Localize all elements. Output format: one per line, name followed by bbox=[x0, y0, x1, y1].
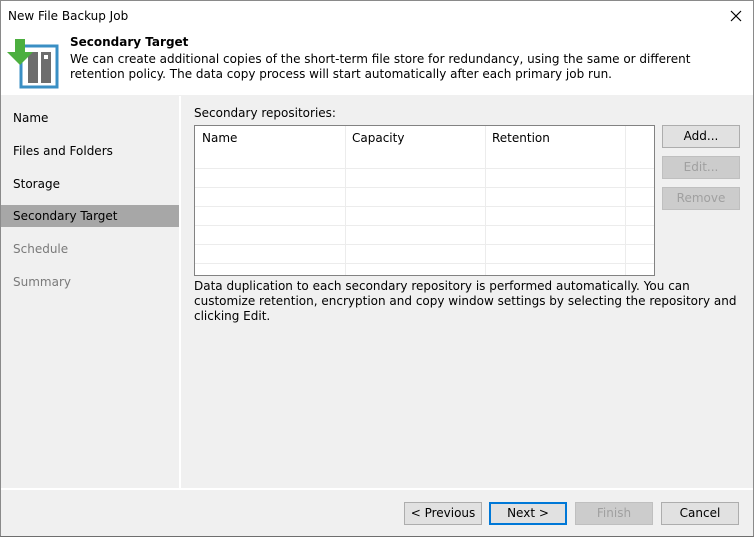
finish-button: Finish bbox=[575, 502, 653, 525]
wizard-footer: < Previous Next > Finish Cancel bbox=[1, 490, 753, 536]
step-schedule: Schedule bbox=[13, 242, 69, 256]
previous-button[interactable]: < Previous bbox=[404, 502, 482, 525]
table-row bbox=[195, 187, 654, 188]
window-title: New File Backup Job bbox=[8, 9, 129, 23]
add-repository-button[interactable]: Add... bbox=[662, 125, 740, 148]
next-button[interactable]: Next > bbox=[489, 502, 567, 525]
wizard-window: New File Backup Job Secondary Target We … bbox=[0, 0, 754, 537]
title-bar: New File Backup Job bbox=[1, 1, 753, 31]
column-header-name[interactable]: Name bbox=[202, 131, 237, 145]
file-backup-secondary-target-icon bbox=[7, 39, 59, 89]
edit-repository-button: Edit... bbox=[662, 156, 740, 179]
wizard-header: Secondary Target We can create additiona… bbox=[1, 31, 753, 95]
step-storage[interactable]: Storage bbox=[1, 173, 179, 195]
remove-repository-button: Remove bbox=[662, 187, 740, 210]
main-panel: Secondary repositories: Name Capacity Re… bbox=[181, 96, 753, 488]
column-divider bbox=[345, 126, 346, 275]
cancel-button[interactable]: Cancel bbox=[661, 502, 739, 525]
wizard-steps: Name Files and Folders Storage Secondary… bbox=[1, 96, 179, 488]
table-row bbox=[195, 168, 654, 169]
close-icon bbox=[730, 10, 742, 22]
secondary-repositories-label: Secondary repositories: bbox=[194, 106, 336, 120]
step-files-and-folders[interactable]: Files and Folders bbox=[1, 140, 179, 162]
table-row bbox=[195, 263, 654, 264]
column-header-capacity[interactable]: Capacity bbox=[352, 131, 404, 145]
column-header-retention[interactable]: Retention bbox=[492, 131, 550, 145]
column-divider bbox=[485, 126, 486, 275]
step-summary: Summary bbox=[13, 275, 71, 289]
page-title: Secondary Target bbox=[70, 35, 189, 49]
info-text: Data duplication to each secondary repos… bbox=[194, 279, 737, 323]
step-name[interactable]: Name bbox=[1, 107, 179, 129]
step-secondary-target[interactable]: Secondary Target bbox=[1, 205, 179, 227]
column-divider bbox=[625, 126, 626, 275]
close-button[interactable] bbox=[723, 3, 749, 29]
secondary-repositories-table[interactable]: Name Capacity Retention bbox=[194, 125, 655, 276]
page-description: We can create additional copies of the s… bbox=[70, 52, 691, 81]
table-row bbox=[195, 244, 654, 245]
table-row bbox=[195, 225, 654, 226]
table-row bbox=[195, 206, 654, 207]
